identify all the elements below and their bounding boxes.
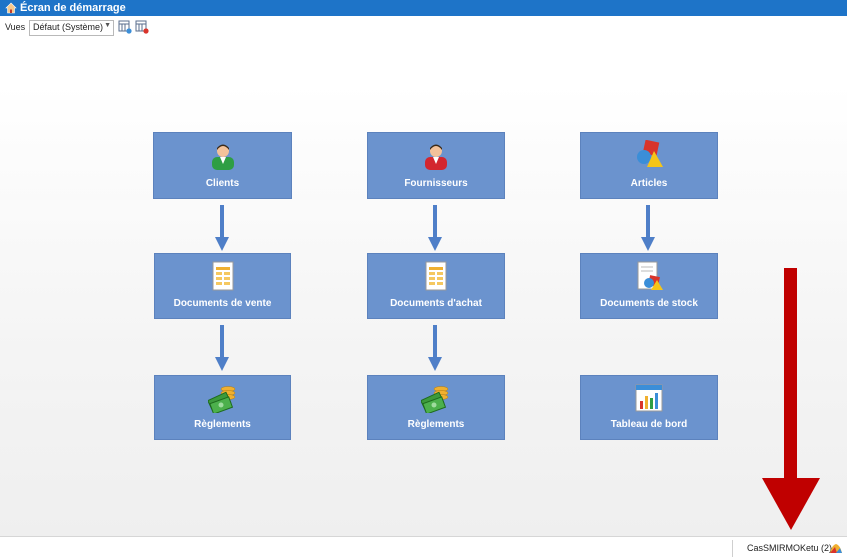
window-title: Écran de démarrage <box>20 2 126 14</box>
flow-arrow-icon <box>215 325 229 371</box>
flow-arrow-icon <box>428 205 442 251</box>
tile-fournisseurs-label: Fournisseurs <box>404 178 468 189</box>
stock-document-icon <box>637 261 663 290</box>
title-bar: Écran de démarrage <box>0 0 847 16</box>
view-select[interactable]: Défaut (Système) ▼ <box>29 20 114 36</box>
home-icon <box>5 2 17 14</box>
sage-logo-icon[interactable] <box>829 541 843 555</box>
view-select-value: Défaut (Système) <box>33 22 104 32</box>
chevron-down-icon: ▼ <box>104 22 111 29</box>
tile-clients[interactable]: Clients <box>153 132 292 199</box>
edit-view-icon[interactable] <box>118 20 132 34</box>
tile-reglements-vente-label: Règlements <box>194 419 251 430</box>
tile-documents-vente-label: Documents de vente <box>173 298 272 309</box>
tile-reglements-vente[interactable]: Règlements <box>154 375 291 440</box>
money-coins-icon <box>207 386 235 413</box>
supplier-person-icon <box>425 144 447 170</box>
toolbar: Vues Défaut (Système) ▼ <box>0 17 847 37</box>
money-coins-icon <box>421 386 449 413</box>
tile-clients-label: Clients <box>205 178 240 189</box>
client-person-icon <box>211 144 234 170</box>
articles-shapes-icon <box>637 140 663 167</box>
tile-documents-achat-label: Documents d'achat <box>390 298 482 309</box>
status-user: CasSMIRMOKetu (2) <box>747 543 833 553</box>
tile-documents-vente[interactable]: Documents de vente <box>154 253 291 319</box>
tile-documents-stock[interactable]: Documents de stock <box>580 253 718 319</box>
dashboard-chart-icon <box>635 384 663 412</box>
flow-arrow-icon <box>428 325 442 371</box>
tile-tableau-de-bord-label: Tableau de bord <box>610 419 688 430</box>
red-arrow-icon <box>762 268 820 530</box>
tile-articles-label: Articles <box>630 178 668 189</box>
status-separator <box>732 540 733 557</box>
tile-fournisseurs[interactable]: Fournisseurs <box>367 132 505 199</box>
purchase-document-icon <box>425 261 447 291</box>
sales-document-icon <box>212 261 233 291</box>
tile-documents-achat[interactable]: Documents d'achat <box>367 253 505 319</box>
tile-documents-stock-label: Documents de stock <box>600 298 698 309</box>
delete-view-icon[interactable] <box>135 20 149 34</box>
tile-reglements-achat-label: Règlements <box>407 419 465 430</box>
tile-reglements-achat[interactable]: Règlements <box>367 375 505 440</box>
flow-arrow-icon <box>641 205 655 251</box>
status-bar: CasSMIRMOKetu (2) <box>0 536 847 560</box>
vues-label: Vues <box>5 22 26 32</box>
tile-tableau-de-bord[interactable]: Tableau de bord <box>580 375 718 440</box>
flow-arrow-icon <box>215 205 229 251</box>
tile-articles[interactable]: Articles <box>580 132 718 199</box>
